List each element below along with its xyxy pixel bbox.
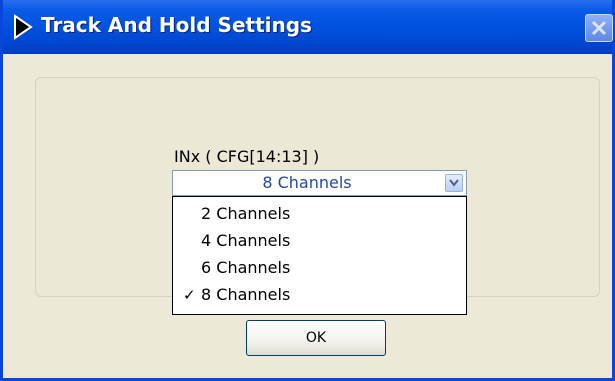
- chevron-down-icon: [449, 179, 459, 187]
- option-label: 2 Channels: [201, 204, 291, 223]
- option-8-channels[interactable]: ✓ 8 Channels: [173, 282, 466, 308]
- ok-button[interactable]: OK: [246, 320, 386, 356]
- option-check-mark: ✓: [183, 286, 196, 304]
- close-button[interactable]: [585, 14, 613, 42]
- inx-channels-select[interactable]: 8 Channels: [172, 170, 467, 196]
- option-2-channels[interactable]: 2 Channels: [173, 201, 466, 227]
- play-triangle-icon: [14, 14, 33, 40]
- option-4-channels[interactable]: 4 Channels: [173, 228, 466, 254]
- window-title: Track And Hold Settings: [41, 13, 312, 37]
- inx-selected-value: 8 Channels: [262, 173, 352, 192]
- inx-options-dropdown: 2 Channels 4 Channels 6 Channels ✓ 8 Cha…: [172, 196, 467, 315]
- close-icon: [591, 20, 607, 36]
- option-label: 8 Channels: [201, 285, 291, 304]
- option-label: 4 Channels: [201, 231, 291, 250]
- dropdown-arrow-button[interactable]: [445, 174, 463, 192]
- inx-label: INx ( CFG[14:13] ): [174, 147, 320, 166]
- title-bar[interactable]: Track And Hold Settings: [3, 0, 613, 54]
- option-6-channels[interactable]: 6 Channels: [173, 255, 466, 281]
- option-label: 6 Channels: [201, 258, 291, 277]
